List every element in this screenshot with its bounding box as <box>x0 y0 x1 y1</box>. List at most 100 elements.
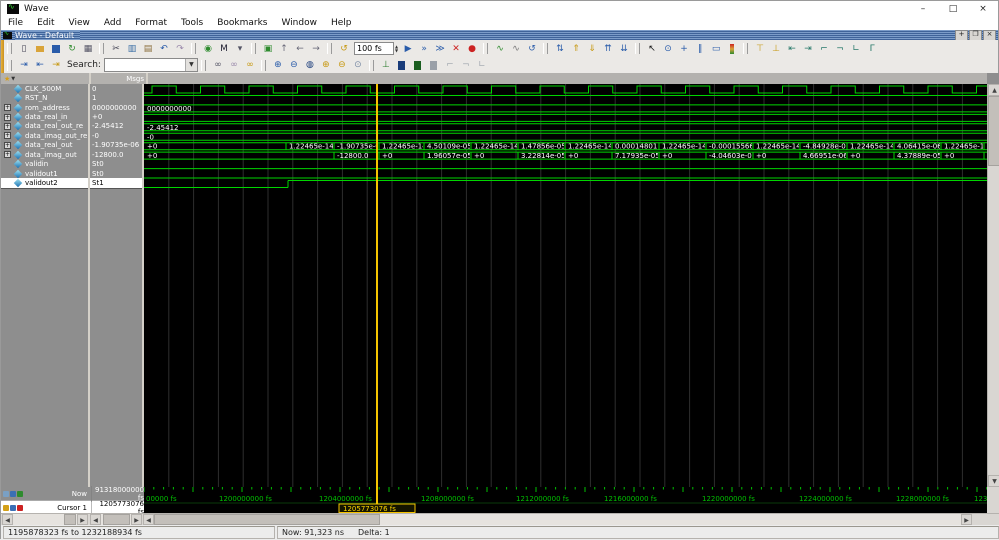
cursor-flag[interactable]: 1205773076 fs <box>338 503 416 513</box>
add-cursor-icon[interactable]: ⊥ <box>378 58 394 72</box>
signal-value-data_imag_out_re[interactable]: -0 <box>90 131 142 140</box>
scroll-up-icon[interactable]: ▲ <box>988 84 999 96</box>
zoom-in-cursor-icon[interactable]: ⊕ <box>318 58 334 72</box>
zoom-range-icon[interactable]: ⊖ <box>334 58 350 72</box>
minimize-button[interactable]: – <box>908 1 938 16</box>
expand-icon[interactable]: + <box>4 113 11 121</box>
signal-values-pane[interactable]: 0 1 0000000000 +0 -2.45412 -0 -1.90735e-06 -128… <box>90 84 144 487</box>
toolbar-grip[interactable] <box>635 43 641 54</box>
menu-format[interactable]: Format <box>128 16 174 30</box>
cursor-block-blue-icon[interactable] <box>394 58 410 72</box>
scroll-right-icon[interactable]: ▶ <box>961 514 972 525</box>
new-document-icon[interactable]: ▯ <box>16 42 32 56</box>
expand-icon[interactable]: + <box>4 104 11 112</box>
names-column-header[interactable]: ★ ▼ <box>1 73 91 84</box>
menu-bookmarks[interactable]: Bookmarks <box>210 16 274 30</box>
cursor1-row[interactable]: Cursor 1 1205773076 fs <box>1 499 144 516</box>
zoom-mode-icon[interactable]: ⊙ <box>660 42 676 56</box>
cursor-block-green-icon[interactable] <box>410 58 426 72</box>
restore-pane-icon[interactable]: ▣ <box>260 42 276 56</box>
menu-view[interactable]: View <box>62 16 97 30</box>
search-input[interactable] <box>104 59 185 71</box>
signal-value-data_imag_out[interactable]: -12800.0 <box>90 150 142 159</box>
toolbar-grip[interactable] <box>251 43 256 54</box>
lock-cursor-icon[interactable]: ⊥ <box>768 42 784 56</box>
print-icon[interactable]: ▦ <box>80 42 96 56</box>
filter-icon[interactable]: ▾ <box>232 42 248 56</box>
prev-fall-icon[interactable]: Γ <box>864 42 880 56</box>
forward-icon[interactable]: → <box>308 42 324 56</box>
find-next-icon[interactable]: ∞ <box>210 58 226 72</box>
group-icon[interactable]: ⇈ <box>600 42 616 56</box>
signal-value-data_real_out[interactable]: -1.90735e-06 <box>90 141 142 150</box>
vertical-scrollbar-thumb[interactable] <box>988 96 999 166</box>
select-mode-icon[interactable]: ↖ <box>644 42 660 56</box>
insert-mode-icon[interactable]: ⇥ <box>16 58 32 72</box>
add-wave-window-icon[interactable]: ∿ <box>508 42 524 56</box>
save-icon[interactable] <box>48 42 64 56</box>
cursor-mode-icon[interactable]: ‖ <box>692 42 708 56</box>
update-wave-icon[interactable]: ↺ <box>524 42 540 56</box>
zoom-full-icon[interactable]: ◍ <box>302 58 318 72</box>
menu-help[interactable]: Help <box>324 16 359 30</box>
edge-rise-disabled-icon[interactable]: ⌐ <box>442 58 458 72</box>
names-hscrollbar[interactable]: ◀ ▶ <box>2 514 88 525</box>
toolbar-grip[interactable] <box>7 43 12 54</box>
menu-edit[interactable]: Edit <box>30 16 61 30</box>
toolbar-grip[interactable] <box>327 43 332 54</box>
toolbar-grip[interactable] <box>200 59 206 71</box>
signal-value-rom_address[interactable]: 0000000000 <box>90 103 142 112</box>
names-hscrollbar-thumb[interactable] <box>64 514 76 525</box>
menu-file[interactable]: File <box>1 16 30 30</box>
break-icon[interactable]: ✕ <box>448 42 464 56</box>
edit-mode-icon[interactable]: ▭ <box>708 42 724 56</box>
signal-row-validout1[interactable]: +validout1 <box>1 169 88 178</box>
continue-run-icon[interactable]: » <box>416 42 432 56</box>
signal-row-CLK_500M[interactable]: +CLK_500M <box>1 84 88 93</box>
open-folder-icon[interactable] <box>32 42 48 56</box>
scroll-left-icon[interactable]: ◀ <box>2 514 13 525</box>
signal-row-data_imag_out_re[interactable]: + data_imag_out_re <box>1 131 88 141</box>
toolbar-grip[interactable] <box>7 59 12 71</box>
move-top-icon[interactable]: ⇑ <box>568 42 584 56</box>
back-icon[interactable]: ← <box>292 42 308 56</box>
add-wave-icon[interactable]: ∿ <box>492 42 508 56</box>
combo-dropdown-icon[interactable]: ▼ <box>184 59 197 71</box>
edge-both-disabled-icon[interactable]: ∟ <box>474 58 490 72</box>
expand-icon[interactable]: + <box>4 122 11 130</box>
close-button[interactable]: × <box>968 1 998 16</box>
values-hscrollbar-track[interactable] <box>101 514 131 525</box>
toolbar-grip[interactable] <box>368 59 374 71</box>
zoom-in-icon[interactable]: ⊕ <box>270 58 286 72</box>
signal-row-data_real_out_re[interactable]: + data_real_out_re <box>1 122 88 131</box>
run-length-stepper[interactable]: ▲ ▼ <box>395 44 398 53</box>
signal-row-data_real_in[interactable]: + data_real_in <box>1 112 88 122</box>
signal-value-CLK_500M[interactable]: 0 <box>90 84 142 93</box>
active-icon[interactable] <box>17 490 23 497</box>
copy-icon[interactable]: ▥ <box>124 42 140 56</box>
expand-time-icon[interactable]: ⇅ <box>552 42 568 56</box>
advanced-find-icon[interactable]: ∞ <box>242 58 258 72</box>
delete-cursor-icon[interactable] <box>17 504 23 511</box>
remove-mode-icon[interactable]: ⇤ <box>32 58 48 72</box>
signal-value-data_real_in[interactable]: +0 <box>90 112 142 121</box>
wave-hscrollbar-thumb[interactable] <box>154 514 380 525</box>
find-previous-icon[interactable]: ∞ <box>226 58 242 72</box>
vertical-scrollbar[interactable]: ▲ ▼ <box>987 84 999 487</box>
toolbar-grip[interactable] <box>260 59 266 71</box>
signal-value-data_real_out_re[interactable]: -2.45412 <box>90 122 142 131</box>
signal-value-validin[interactable]: St0 <box>90 160 142 169</box>
waveform-canvas[interactable]: 0000000000-2.45412-0+0 1.22465e-14 -1.9073… <box>144 84 987 487</box>
signal-value-validout2[interactable]: St1 <box>90 178 142 189</box>
ungroup-icon[interactable]: ⇊ <box>616 42 632 56</box>
scroll-left-icon[interactable]: ◀ <box>143 514 154 525</box>
expand-icon[interactable]: + <box>4 151 11 159</box>
toolbar-grip[interactable] <box>191 43 196 54</box>
menu-add[interactable]: Add <box>97 16 128 30</box>
names-hscrollbar-track[interactable] <box>13 514 77 525</box>
toolbar-grip[interactable] <box>99 43 104 54</box>
edge-fall-disabled-icon[interactable]: ¬ <box>458 58 474 72</box>
expand-icon[interactable]: + <box>4 141 11 149</box>
next-fall-icon[interactable]: ¬ <box>832 42 848 56</box>
restart-icon[interactable]: ↺ <box>336 42 352 56</box>
